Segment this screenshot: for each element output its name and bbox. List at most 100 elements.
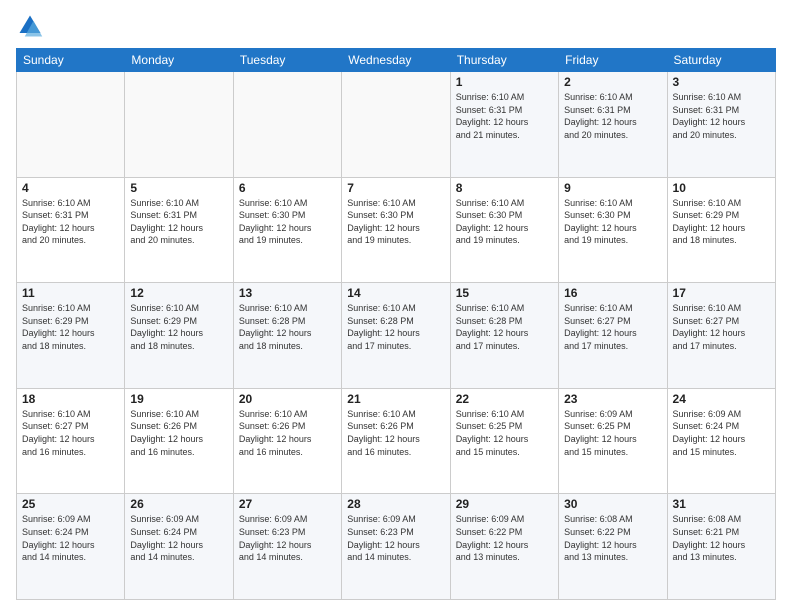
day-number: 26	[130, 497, 227, 511]
day-info: Sunrise: 6:08 AM Sunset: 6:22 PM Dayligh…	[564, 513, 661, 563]
day-info: Sunrise: 6:10 AM Sunset: 6:27 PM Dayligh…	[564, 302, 661, 352]
calendar-cell: 8 Sunrise: 6:10 AM Sunset: 6:30 PM Daylig…	[450, 177, 558, 283]
day-number: 10	[673, 181, 770, 195]
page: SundayMondayTuesdayWednesdayThursdayFrid…	[0, 0, 792, 612]
day-number: 7	[347, 181, 444, 195]
day-info: Sunrise: 6:10 AM Sunset: 6:28 PM Dayligh…	[239, 302, 336, 352]
day-number: 27	[239, 497, 336, 511]
calendar-cell: 13Sunrise: 6:10 AM Sunset: 6:28 PM Dayli…	[233, 283, 341, 389]
calendar-cell: 20 Sunrise: 6:10 AM Sunset: 6:26 PM Dayli…	[233, 388, 341, 494]
day-header-wednesday: Wednesday	[342, 49, 450, 72]
calendar-cell: 27 Sunrise: 6:09 AM Sunset: 6:23 PM Dayli…	[233, 494, 341, 600]
day-info: Sunrise: 6:10 AM Sunset: 6:31 PM Dayligh…	[564, 91, 661, 141]
day-info: Sunrise: 6:10 AM Sunset: 6:30 PM Dayligh…	[456, 197, 553, 247]
day-info: Sunrise: 6:09 AM Sunset: 6:22 PM Dayligh…	[456, 513, 553, 563]
calendar-cell: 11 Sunrise: 6:10 AM Sunset: 6:29 PM Dayli…	[17, 283, 125, 389]
week-row-2: 4 Sunrise: 6:10 AM Sunset: 6:31 PM Daylig…	[17, 177, 776, 283]
week-row-5: 25 Sunrise: 6:09 AM Sunset: 6:24 PM Dayli…	[17, 494, 776, 600]
day-header-thursday: Thursday	[450, 49, 558, 72]
day-info: Sunrise: 6:10 AM Sunset: 6:28 PM Dayligh…	[456, 302, 553, 352]
calendar-cell: 9 Sunrise: 6:10 AM Sunset: 6:30 PM Daylig…	[559, 177, 667, 283]
day-header-saturday: Saturday	[667, 49, 775, 72]
day-info: Sunrise: 6:09 AM Sunset: 6:23 PM Dayligh…	[239, 513, 336, 563]
day-info: Sunrise: 6:09 AM Sunset: 6:25 PM Dayligh…	[564, 408, 661, 458]
logo-icon	[16, 12, 44, 40]
day-header-tuesday: Tuesday	[233, 49, 341, 72]
calendar-cell: 19Sunrise: 6:10 AM Sunset: 6:26 PM Dayli…	[125, 388, 233, 494]
header	[16, 12, 776, 40]
day-header-sunday: Sunday	[17, 49, 125, 72]
calendar-cell: 12 Sunrise: 6:10 AM Sunset: 6:29 PM Dayli…	[125, 283, 233, 389]
day-info: Sunrise: 6:10 AM Sunset: 6:25 PM Dayligh…	[456, 408, 553, 458]
calendar-cell: 2Sunrise: 6:10 AM Sunset: 6:31 PM Daylig…	[559, 72, 667, 178]
day-number: 17	[673, 286, 770, 300]
calendar-header-row: SundayMondayTuesdayWednesdayThursdayFrid…	[17, 49, 776, 72]
day-number: 21	[347, 392, 444, 406]
calendar-cell: 24 Sunrise: 6:09 AM Sunset: 6:24 PM Dayli…	[667, 388, 775, 494]
day-number: 5	[130, 181, 227, 195]
day-number: 22	[456, 392, 553, 406]
calendar-cell	[17, 72, 125, 178]
calendar-cell: 28Sunrise: 6:09 AM Sunset: 6:23 PM Dayli…	[342, 494, 450, 600]
day-number: 31	[673, 497, 770, 511]
day-number: 29	[456, 497, 553, 511]
day-number: 30	[564, 497, 661, 511]
day-number: 28	[347, 497, 444, 511]
day-info: Sunrise: 6:09 AM Sunset: 6:24 PM Dayligh…	[130, 513, 227, 563]
day-info: Sunrise: 6:10 AM Sunset: 6:31 PM Dayligh…	[673, 91, 770, 141]
calendar-cell: 29 Sunrise: 6:09 AM Sunset: 6:22 PM Dayli…	[450, 494, 558, 600]
calendar-cell: 22 Sunrise: 6:10 AM Sunset: 6:25 PM Dayli…	[450, 388, 558, 494]
calendar-cell: 5 Sunrise: 6:10 AM Sunset: 6:31 PM Daylig…	[125, 177, 233, 283]
day-info: Sunrise: 6:10 AM Sunset: 6:29 PM Dayligh…	[130, 302, 227, 352]
day-number: 18	[22, 392, 119, 406]
calendar-cell: 18Sunrise: 6:10 AM Sunset: 6:27 PM Dayli…	[17, 388, 125, 494]
day-number: 4	[22, 181, 119, 195]
calendar-cell	[342, 72, 450, 178]
day-number: 11	[22, 286, 119, 300]
calendar-cell: 23 Sunrise: 6:09 AM Sunset: 6:25 PM Dayli…	[559, 388, 667, 494]
day-number: 12	[130, 286, 227, 300]
day-info: Sunrise: 6:10 AM Sunset: 6:31 PM Dayligh…	[130, 197, 227, 247]
day-number: 3	[673, 75, 770, 89]
day-number: 16	[564, 286, 661, 300]
day-info: Sunrise: 6:10 AM Sunset: 6:26 PM Dayligh…	[347, 408, 444, 458]
day-number: 8	[456, 181, 553, 195]
calendar-cell: 7 Sunrise: 6:10 AM Sunset: 6:30 PM Daylig…	[342, 177, 450, 283]
day-info: Sunrise: 6:10 AM Sunset: 6:30 PM Dayligh…	[239, 197, 336, 247]
day-info: Sunrise: 6:10 AM Sunset: 6:29 PM Dayligh…	[22, 302, 119, 352]
day-info: Sunrise: 6:10 AM Sunset: 6:28 PM Dayligh…	[347, 302, 444, 352]
day-info: Sunrise: 6:10 AM Sunset: 6:26 PM Dayligh…	[130, 408, 227, 458]
day-number: 20	[239, 392, 336, 406]
calendar-cell: 1Sunrise: 6:10 AM Sunset: 6:31 PM Daylig…	[450, 72, 558, 178]
day-header-friday: Friday	[559, 49, 667, 72]
week-row-3: 11 Sunrise: 6:10 AM Sunset: 6:29 PM Dayli…	[17, 283, 776, 389]
calendar-cell: 21 Sunrise: 6:10 AM Sunset: 6:26 PM Dayli…	[342, 388, 450, 494]
day-number: 25	[22, 497, 119, 511]
day-info: Sunrise: 6:10 AM Sunset: 6:30 PM Dayligh…	[347, 197, 444, 247]
day-info: Sunrise: 6:10 AM Sunset: 6:27 PM Dayligh…	[673, 302, 770, 352]
day-number: 24	[673, 392, 770, 406]
calendar-cell: 25 Sunrise: 6:09 AM Sunset: 6:24 PM Dayli…	[17, 494, 125, 600]
day-info: Sunrise: 6:10 AM Sunset: 6:29 PM Dayligh…	[673, 197, 770, 247]
day-info: Sunrise: 6:10 AM Sunset: 6:26 PM Dayligh…	[239, 408, 336, 458]
calendar-cell: 15 Sunrise: 6:10 AM Sunset: 6:28 PM Dayli…	[450, 283, 558, 389]
calendar-table: SundayMondayTuesdayWednesdayThursdayFrid…	[16, 48, 776, 600]
calendar-cell: 14Sunrise: 6:10 AM Sunset: 6:28 PM Dayli…	[342, 283, 450, 389]
calendar-cell: 17 Sunrise: 6:10 AM Sunset: 6:27 PM Dayli…	[667, 283, 775, 389]
calendar-cell: 6Sunrise: 6:10 AM Sunset: 6:30 PM Daylig…	[233, 177, 341, 283]
calendar-cell	[233, 72, 341, 178]
logo	[16, 12, 48, 40]
week-row-1: 1 Sunrise: 6:10 AM Sunset: 6:31 PM Daylig…	[17, 72, 776, 178]
day-number: 15	[456, 286, 553, 300]
calendar-cell: 31Sunrise: 6:08 AM Sunset: 6:21 PM Dayli…	[667, 494, 775, 600]
day-number: 1	[456, 75, 553, 89]
day-info: Sunrise: 6:10 AM Sunset: 6:31 PM Dayligh…	[22, 197, 119, 247]
day-number: 9	[564, 181, 661, 195]
day-info: Sunrise: 6:10 AM Sunset: 6:30 PM Dayligh…	[564, 197, 661, 247]
calendar-cell: 16 Sunrise: 6:10 AM Sunset: 6:27 PM Dayli…	[559, 283, 667, 389]
calendar-cell: 3 Sunrise: 6:10 AM Sunset: 6:31 PM Daylig…	[667, 72, 775, 178]
day-info: Sunrise: 6:09 AM Sunset: 6:24 PM Dayligh…	[673, 408, 770, 458]
calendar-cell: 26 Sunrise: 6:09 AM Sunset: 6:24 PM Dayli…	[125, 494, 233, 600]
day-info: Sunrise: 6:09 AM Sunset: 6:24 PM Dayligh…	[22, 513, 119, 563]
day-number: 23	[564, 392, 661, 406]
